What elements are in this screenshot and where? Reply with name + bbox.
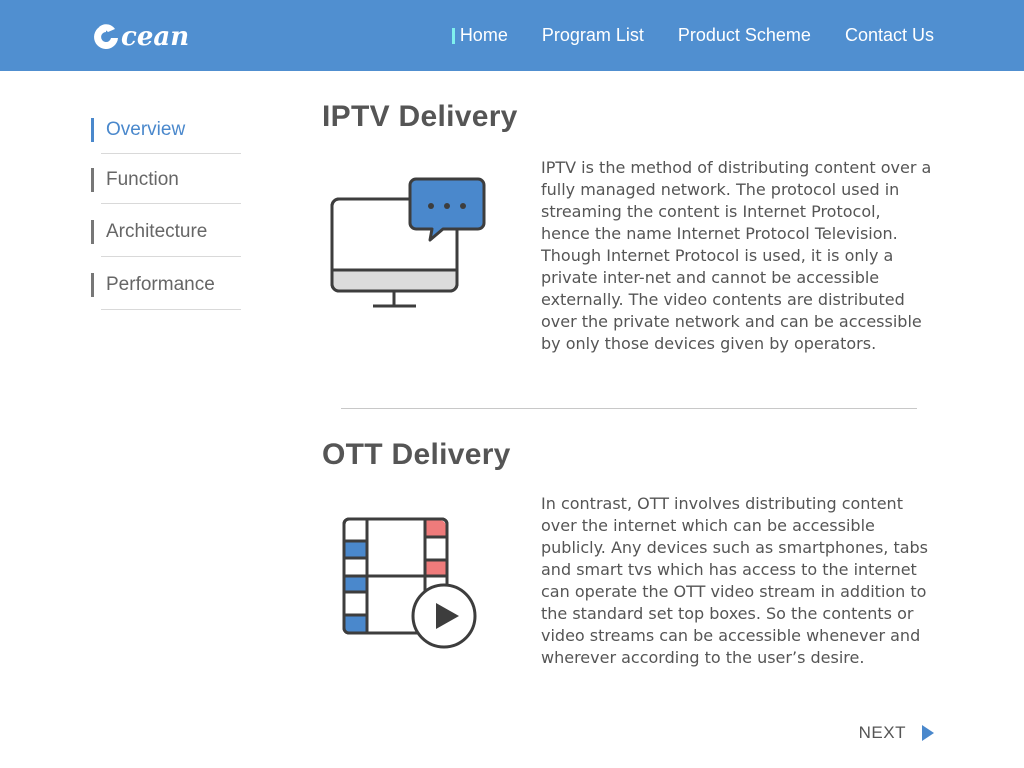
nav-program-list[interactable]: Program List (542, 25, 644, 46)
iptv-heading: IPTV Delivery (322, 100, 518, 133)
sidebar-item-function[interactable]: Function (91, 154, 241, 204)
active-marker (91, 118, 94, 142)
nav-product-scheme[interactable]: Product Scheme (678, 25, 811, 46)
monitor-chat-icon (330, 177, 486, 308)
item-marker (91, 220, 94, 244)
main-nav: Home Program List Product Scheme Contact… (452, 0, 934, 71)
sidebar-item-label: Architecture (106, 221, 208, 242)
film-play-icon (342, 517, 477, 649)
sidebar-divider (101, 309, 241, 310)
brand-logo[interactable]: cean (91, 21, 191, 53)
next-label: NEXT (858, 723, 906, 742)
top-header: cean Home Program List Product Scheme Co… (0, 0, 1024, 71)
sidebar-item-architecture[interactable]: Architecture (91, 204, 241, 257)
sidebar-item-label: Overview (106, 119, 186, 140)
ott-heading: OTT Delivery (322, 438, 511, 471)
next-button[interactable]: NEXT (859, 723, 934, 743)
nav-home[interactable]: Home (452, 25, 508, 46)
logo-mark-icon (94, 24, 118, 49)
ott-description: In contrast, OTT involves distributing c… (541, 494, 929, 667)
play-arrow-icon (922, 725, 934, 741)
item-marker (91, 168, 94, 192)
nav-contact-us[interactable]: Contact Us (845, 25, 934, 46)
sidebar-nav: Overview Function Architecture Performan… (91, 104, 241, 310)
section-divider (341, 408, 917, 409)
sidebar-item-performance[interactable]: Performance (91, 257, 241, 310)
sidebar-item-label: Function (106, 169, 179, 190)
item-marker (91, 273, 94, 297)
logo-text: cean (121, 22, 190, 52)
iptv-description: IPTV is the method of distributing conte… (541, 158, 932, 353)
sidebar-item-overview[interactable]: Overview (91, 104, 241, 154)
sidebar-item-label: Performance (106, 274, 215, 295)
